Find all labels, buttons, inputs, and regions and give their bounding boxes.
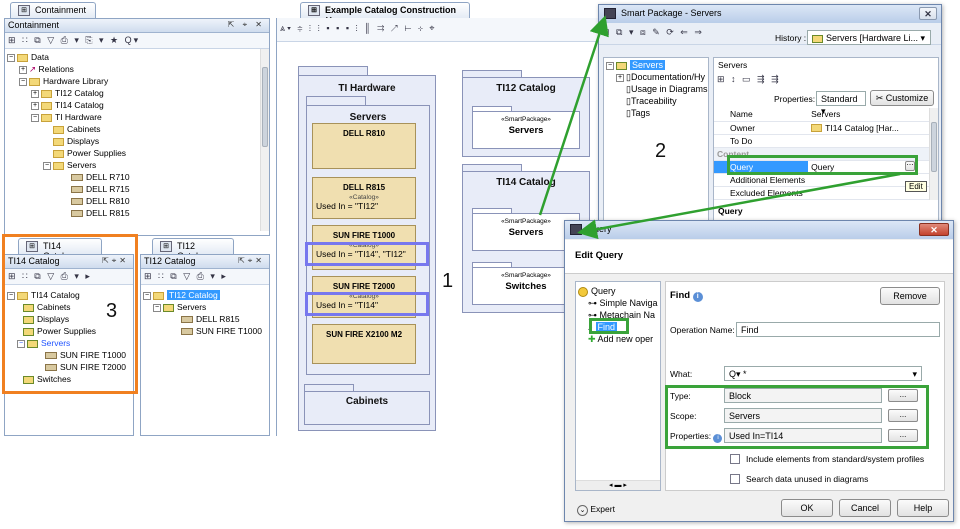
arrow-to-smart-package bbox=[538, 15, 609, 216]
arrow-to-edit-query bbox=[577, 172, 901, 240]
annotation-arrows bbox=[538, 15, 901, 240]
